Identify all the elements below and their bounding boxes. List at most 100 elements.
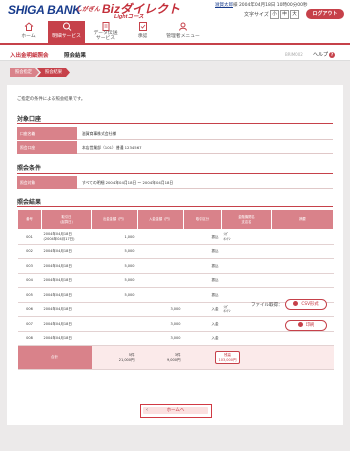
- csv-download-button[interactable]: CSV形式: [285, 299, 327, 310]
- title-bar: 入出金明細照会 照会結果 BRIM002 ヘルプ?: [0, 46, 350, 61]
- text-size-small-button[interactable]: 小: [270, 10, 279, 19]
- print-icon: [297, 322, 303, 327]
- cell-bank: [221, 331, 272, 346]
- total-out-amount: 21,000円: [118, 357, 135, 362]
- logout-button[interactable]: ログアウト: [306, 9, 344, 19]
- cell-bank: [221, 287, 272, 303]
- section-title: 入出金明細照会: [10, 53, 49, 59]
- cell-memo: [271, 244, 334, 259]
- nav-approval-label: 承認: [137, 34, 148, 39]
- cell-bank: [221, 316, 272, 332]
- cell-date: 2004年04月18日: [41, 331, 92, 346]
- csv-button-label: CSV形式: [301, 302, 319, 307]
- approve-icon: [138, 22, 147, 31]
- nav-statement-service[interactable]: 明細サービス: [48, 21, 85, 43]
- cell-withdrawal: 5,000: [91, 273, 138, 288]
- home-button[interactable]: ‹ ホームへ: [143, 407, 208, 414]
- help-label: ヘルプ: [313, 52, 329, 58]
- download-icon: [293, 301, 299, 306]
- total-withdrawal: 5件 21,000円: [91, 345, 138, 370]
- total-in-count: 3件: [174, 353, 181, 357]
- cell-date: 2004年04月18日: [41, 302, 92, 317]
- balance-amount: 103,000円: [218, 357, 237, 362]
- total-in-amount: 9,000円: [166, 357, 181, 362]
- condition-value: すべての明細 2004年04月18日 〜 2004年04月18日: [82, 180, 174, 185]
- balance-badge: 残高 103,000円: [214, 351, 241, 364]
- cell-type: 入金: [183, 331, 222, 346]
- nav-admin-label: 管理者メニュー: [166, 34, 200, 39]
- cell-number: 002: [17, 244, 42, 259]
- table-row: 001 2004年04月18日 (2004年04月17日) 1,000 振込 ｼｶﾞ ﾎ…: [17, 229, 334, 245]
- cell-number: 001: [17, 229, 42, 245]
- bank-logo[interactable]: SHIGA BANK: [8, 3, 81, 17]
- result-table: 番号 取引日 (起算日) 出金金額（円） 入金金額（円） 取引区分 金融機関名 …: [17, 209, 334, 370]
- text-size-label: 文字サイズ: [244, 12, 269, 18]
- print-button[interactable]: 印刷: [285, 320, 327, 331]
- step-result: 照会結果: [44, 70, 63, 75]
- step-specify: 照会指定: [14, 70, 33, 75]
- col-type: 取引区分: [183, 209, 222, 230]
- search-icon: [62, 22, 71, 31]
- user-suffix: 様: [233, 3, 238, 8]
- result-section-line: [17, 206, 333, 207]
- cell-withdrawal: [91, 316, 138, 332]
- cell-deposit: [137, 287, 184, 303]
- cell-type: 振込: [183, 258, 222, 274]
- account-section-title: 対象口座: [17, 116, 42, 123]
- nav-data-transfer[interactable]: データ伝送 サービス: [87, 21, 124, 41]
- document-icon: [102, 22, 109, 31]
- chevron-left-icon: ‹: [146, 407, 148, 413]
- total-label: 合計: [17, 345, 92, 370]
- result-table-header: 番号 取引日 (起算日) 出金金額（円） 入金金額（円） 取引区分 金融機関名 …: [17, 209, 334, 230]
- user-name[interactable]: 滋賀太郎: [215, 3, 233, 8]
- cell-type: 振込: [183, 273, 222, 288]
- cell-bank: ｼｶﾞ ﾎﾝﾃﾝ: [221, 229, 272, 245]
- last-login: 2004年04月18日 10時00分00秒: [238, 3, 308, 8]
- nav-data-transfer-label: データ伝送 サービス: [93, 31, 118, 41]
- cell-deposit: 3,000: [137, 302, 184, 317]
- cell-memo: [271, 273, 334, 288]
- total-deposit: 3件 9,000円: [137, 345, 184, 370]
- result-card: ご指定の条件による照会結果です。 対象口座 口座名義 滋賀商事株式会社様 照会口…: [7, 85, 343, 425]
- text-size-large-button[interactable]: 大: [290, 10, 299, 19]
- col-withdrawal: 出金金額（円）: [91, 209, 138, 230]
- cell-deposit: [137, 244, 184, 259]
- cell-type: 振込: [183, 229, 222, 245]
- cell-withdrawal: [91, 302, 138, 317]
- text-size-medium-button[interactable]: 中: [280, 10, 289, 19]
- cell-bank: [221, 273, 272, 288]
- total-memo: [271, 345, 334, 370]
- result-section-title: 照会結果: [17, 199, 42, 206]
- total-out-count: 5件: [128, 353, 135, 357]
- col-date: 取引日 (起算日): [41, 209, 92, 230]
- nav-home[interactable]: ホーム: [10, 21, 47, 41]
- service-prefix: しがぎん: [76, 7, 101, 13]
- cell-deposit: [137, 229, 184, 245]
- table-row: 002 2004年04月18日 5,000 振込: [17, 244, 334, 259]
- home-button-label: ホームへ: [166, 408, 185, 413]
- balance-label: 残高: [223, 353, 231, 357]
- account-name-row: 口座名義 滋賀商事株式会社様: [17, 127, 333, 140]
- cell-type: 振込: [183, 244, 222, 259]
- account-number-value: 本店営業部（101）普通 1234567: [82, 145, 142, 150]
- cell-deposit: [137, 273, 184, 288]
- cell-deposit: 3,000: [137, 316, 184, 332]
- nav-approval[interactable]: 承認: [124, 21, 161, 41]
- cell-date: 2004年04月18日 (2004年04月17日): [41, 229, 92, 245]
- nav-admin-menu[interactable]: 管理者メニュー: [162, 21, 204, 41]
- home-button-highlight: ‹ ホームへ: [140, 404, 212, 418]
- total-row: 合計 5件 21,000円 3件 9,000円 残高 103,000円: [17, 345, 334, 370]
- condition-row: 照会対象 すべての明細 2004年04月18日 〜 2004年04月18日: [17, 176, 333, 189]
- cell-deposit: [137, 258, 184, 274]
- screen-code: BRIM002: [285, 52, 303, 57]
- cell-type: 入金: [183, 302, 222, 317]
- cell-date: 2004年04月18日: [41, 273, 92, 288]
- help-link[interactable]: ヘルプ?: [313, 51, 336, 58]
- cell-date: 2004年04月18日: [41, 316, 92, 332]
- cell-number: 006: [17, 302, 42, 317]
- help-icon: ?: [329, 52, 336, 58]
- cell-type: 入金: [183, 316, 222, 332]
- cell-date: 2004年04月18日: [41, 258, 92, 274]
- cell-type: 振込: [183, 287, 222, 303]
- print-button-label: 印刷: [305, 323, 315, 328]
